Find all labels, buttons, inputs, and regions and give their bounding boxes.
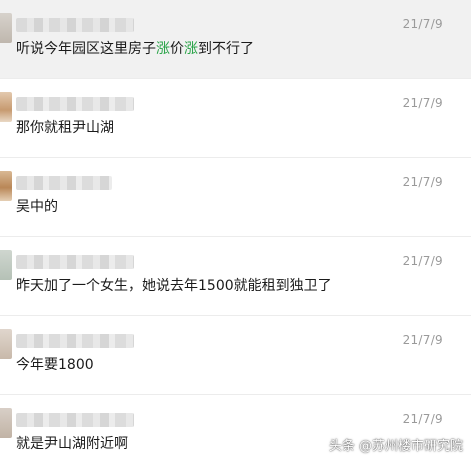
avatar[interactable] xyxy=(0,171,12,201)
message-date: 21/7/9 xyxy=(402,96,443,110)
avatar[interactable] xyxy=(0,250,12,280)
watermark: 头条 @苏州楼市研究院 xyxy=(328,439,463,454)
message-date: 21/7/9 xyxy=(402,412,443,426)
avatar[interactable] xyxy=(0,329,12,359)
message-text-part: 价 xyxy=(170,41,184,57)
blurred-username xyxy=(16,97,134,111)
blurred-username xyxy=(16,176,112,190)
blurred-username xyxy=(16,18,134,32)
list-item[interactable]: 21/7/9 吴中的 xyxy=(0,158,471,237)
avatar[interactable] xyxy=(0,408,12,438)
blurred-username xyxy=(16,334,134,348)
comment-feed: 21/7/9 听说今年园区这里房子涨价涨到不行了 21/7/9 那你就租尹山湖 … xyxy=(0,0,471,464)
list-item[interactable]: 21/7/9 今年要1800 xyxy=(0,316,471,395)
highlighted-word: 涨 xyxy=(156,41,170,57)
message-text-part: 听说今年园区这里房子 xyxy=(16,41,156,57)
message-text: 昨天加了一个女生，她说去年1500就能租到独卫了 xyxy=(16,278,332,294)
message-text: 今年要1800 xyxy=(16,357,94,373)
blurred-username xyxy=(16,255,134,269)
message-text: 就是尹山湖附近啊 xyxy=(16,436,128,452)
list-item[interactable]: 21/7/9 昨天加了一个女生，她说去年1500就能租到独卫了 xyxy=(0,237,471,316)
highlighted-word: 涨 xyxy=(184,41,198,57)
list-item[interactable]: 21/7/9 那你就租尹山湖 xyxy=(0,79,471,158)
avatar[interactable] xyxy=(0,92,12,122)
list-item[interactable]: 21/7/9 听说今年园区这里房子涨价涨到不行了 xyxy=(0,0,471,79)
message-date: 21/7/9 xyxy=(402,17,443,31)
message-text: 吴中的 xyxy=(16,199,58,215)
message-date: 21/7/9 xyxy=(402,333,443,347)
blurred-username xyxy=(16,413,134,427)
avatar[interactable] xyxy=(0,13,12,43)
message-date: 21/7/9 xyxy=(402,175,443,189)
message-text: 听说今年园区这里房子涨价涨到不行了 xyxy=(16,38,254,58)
message-text-part: 到不行了 xyxy=(198,41,254,57)
message-date: 21/7/9 xyxy=(402,254,443,268)
message-text: 那你就租尹山湖 xyxy=(16,120,114,136)
